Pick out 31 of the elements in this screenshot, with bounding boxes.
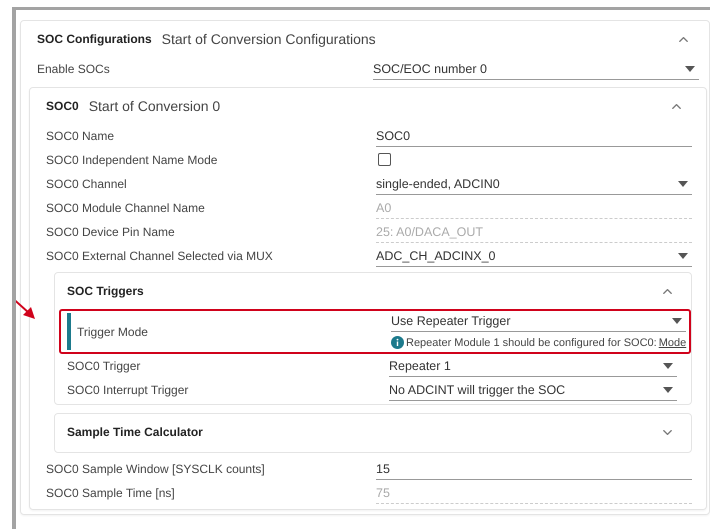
dropdown-field[interactable]: Use Repeater Trigger [391, 311, 686, 332]
field-label: SOC0 External Channel Selected via MUX [46, 249, 274, 263]
section-subtitle: Start of Conversion Configurations [162, 31, 377, 47]
input-field[interactable]: SOC0 [376, 126, 692, 146]
field-label: SOC0 Trigger [67, 359, 142, 373]
hint-text: Repeater Module 1 should be configured for SOC0: [406, 336, 657, 348]
readonly-field: A0 [376, 198, 692, 218]
field-label: SOC0 Sample Time [ns] [46, 486, 176, 500]
field-label: SOC0 Device Pin Name [46, 225, 176, 239]
field-label: SOC0 Channel [46, 177, 128, 191]
field-label: Enable SOCs [37, 62, 111, 76]
subsection-title: SOC0 [46, 99, 79, 113]
dropdown-field[interactable]: Repeater 1 [389, 356, 677, 376]
input-field[interactable]: 15 [376, 458, 692, 480]
subsection-subtitle: Start of Conversion 0 [88, 98, 222, 114]
field-label: SOC0 Independent Name Mode [46, 153, 218, 167]
group-title: SOC Triggers [67, 284, 145, 298]
field-label: SOC0 Sample Window [SYSCLK counts] [46, 462, 266, 476]
field-label: Trigger Mode [77, 324, 149, 338]
mode-link[interactable]: Mode [658, 336, 686, 348]
dropdown-field[interactable]: SOC/EOC number 0 [373, 58, 699, 80]
section-title: SOC Configurations [37, 32, 152, 46]
field-label: SOC0 Interrupt Trigger [67, 383, 190, 397]
field-label: SOC0 Module Channel Name [46, 201, 206, 215]
field-label: SOC0 Name [46, 129, 116, 143]
dropdown-field[interactable]: No ADCINT will trigger the SOC [389, 380, 677, 400]
dropdown-field[interactable]: ADC_CH_ADCINX_0 [376, 246, 692, 266]
group-title: Sample Time Calculator [67, 425, 204, 439]
readonly-field: 25: A0/DACA_OUT [376, 222, 692, 242]
dropdown-field[interactable]: single-ended, ADCIN0 [376, 174, 692, 194]
readonly-field: 75 [376, 482, 692, 504]
